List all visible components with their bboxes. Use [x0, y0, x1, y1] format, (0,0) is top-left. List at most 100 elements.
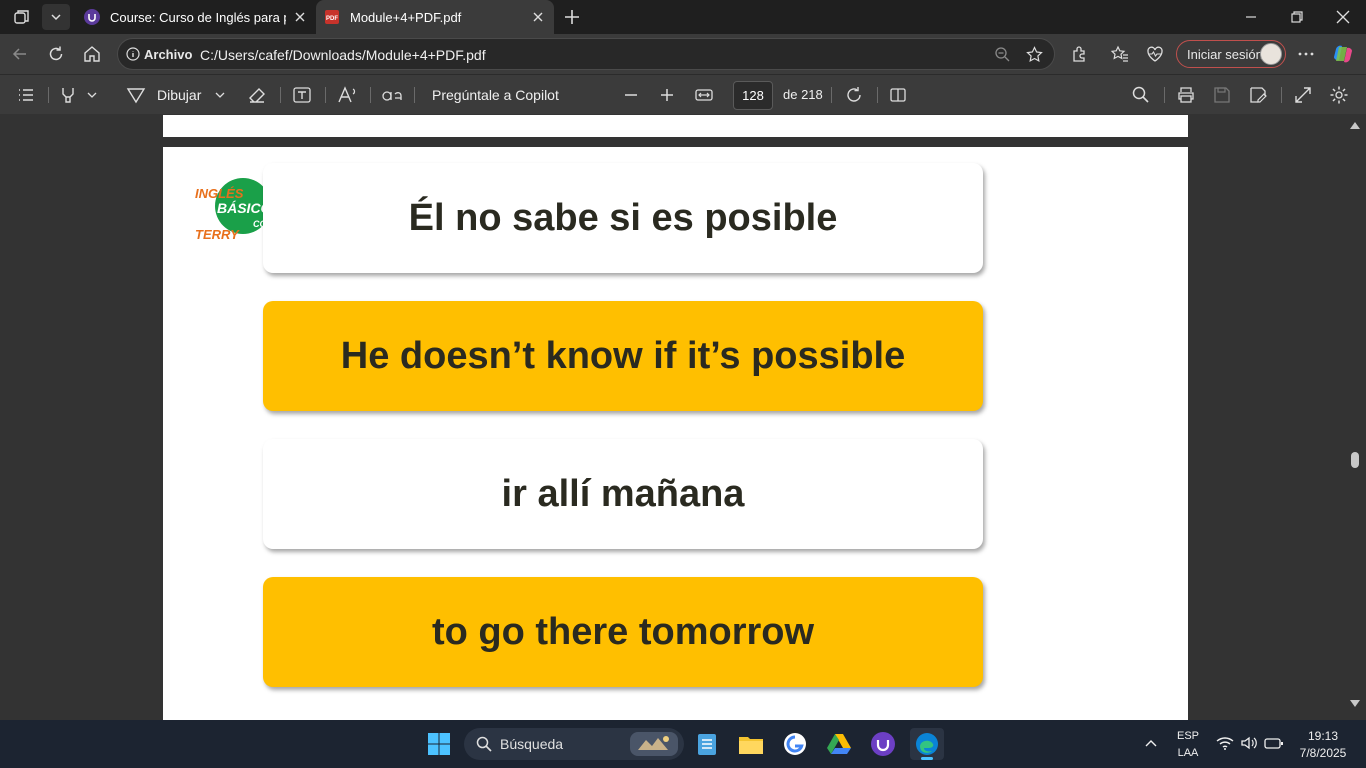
sign-in-label: Iniciar sesión: [1187, 46, 1263, 62]
tab-course[interactable]: Course: Curso de Inglés para principiant…: [76, 0, 316, 34]
scroll-down-arrow-icon[interactable]: [1350, 700, 1360, 708]
tab-title: Course: Curso de Inglés para principiant…: [110, 9, 286, 25]
tab-bar: Course: Curso de Inglés para principiant…: [0, 0, 1366, 34]
toolbar-divider: [325, 87, 326, 103]
search-icon: [476, 736, 492, 752]
draw-pen-icon[interactable]: [126, 83, 146, 107]
clock-time[interactable]: 19:13: [1290, 729, 1356, 743]
new-tab-plus-icon[interactable]: [558, 4, 586, 30]
battery-icon[interactable]: [1264, 735, 1284, 751]
refresh-icon[interactable]: [42, 40, 70, 68]
scroll-up-arrow-icon[interactable]: [1350, 121, 1360, 129]
address-bar-row: Archivo C:/Users/cafef/Downloads/Module+…: [0, 34, 1366, 74]
toolbar-divider: [1281, 87, 1282, 103]
search-placeholder: Búsqueda: [500, 736, 564, 752]
microsoft-edge-icon[interactable]: [910, 728, 944, 760]
zoom-in-plus-icon[interactable]: [658, 83, 676, 107]
zoom-out-icon[interactable]: [994, 46, 1010, 62]
search-icon[interactable]: [1131, 83, 1151, 107]
previous-page: [163, 115, 1188, 137]
page-view-icon[interactable]: [888, 83, 908, 107]
translate-icon[interactable]: [381, 83, 405, 107]
clock-date[interactable]: 7/8/2025: [1290, 746, 1356, 760]
vertical-scrollbar[interactable]: [1346, 115, 1366, 720]
svg-text:INGLÉS: INGLÉS: [195, 186, 244, 201]
close-window-icon[interactable]: [1320, 0, 1366, 34]
draw-label[interactable]: Dibujar: [157, 87, 201, 103]
tab-title: Module+4+PDF.pdf: [350, 9, 462, 25]
restore-icon[interactable]: [1274, 0, 1320, 34]
address-scheme-label: Archivo: [144, 47, 193, 62]
toolbar-divider: [877, 87, 878, 103]
settings-gear-icon[interactable]: [1329, 83, 1349, 107]
wifi-icon[interactable]: [1216, 735, 1234, 751]
highlight-chevron-down-icon[interactable]: [86, 83, 98, 107]
toolbar-divider: [831, 87, 832, 103]
read-aloud-icon[interactable]: [337, 83, 359, 107]
minimize-icon[interactable]: [1228, 0, 1274, 34]
phrase-card-spanish-2: ir allí mañana: [263, 439, 983, 549]
ingles-basico-terry-logo: INGLÉS BÁSICO CO TERRY: [195, 172, 265, 242]
home-icon[interactable]: [78, 40, 106, 68]
file-explorer-icon[interactable]: [734, 728, 768, 760]
udemy-app-icon[interactable]: [866, 728, 900, 760]
fullscreen-icon[interactable]: [1293, 83, 1313, 107]
sign-in-button[interactable]: Iniciar sesión: [1176, 40, 1286, 68]
back-arrow-icon[interactable]: [6, 40, 34, 68]
udemy-favicon-icon: [84, 9, 100, 25]
taskbar: Búsqueda ESP LAA 19:13 7/8/2025: [0, 720, 1366, 768]
show-hidden-icons-chevron-icon[interactable]: [1134, 728, 1168, 760]
save-icon[interactable]: [1212, 83, 1232, 107]
active-app-indicator: [921, 757, 933, 760]
tab-pdf[interactable]: PDF Module+4+PDF.pdf: [316, 0, 554, 34]
favorites-icon[interactable]: [1106, 40, 1134, 68]
highlight-icon[interactable]: [58, 83, 78, 107]
windows-start-icon[interactable]: [422, 728, 456, 760]
save-as-icon[interactable]: [1248, 83, 1268, 107]
scrollbar-thumb[interactable]: [1351, 452, 1359, 468]
address-bar[interactable]: Archivo C:/Users/cafef/Downloads/Module+…: [117, 38, 1055, 70]
add-text-icon[interactable]: [292, 83, 312, 107]
keyboard-layout[interactable]: LAA: [1170, 747, 1206, 759]
fit-width-icon[interactable]: [694, 83, 714, 107]
avatar: [1260, 43, 1282, 65]
print-icon[interactable]: [1176, 83, 1196, 107]
toolbar-divider: [1164, 87, 1165, 103]
copilot-icon[interactable]: [1329, 40, 1357, 68]
zoom-out-minus-icon[interactable]: [622, 83, 640, 107]
pdf-favicon-icon: PDF: [324, 9, 340, 25]
tab-actions-chevron-icon[interactable]: [42, 4, 70, 30]
pdf-toolbar: Dibujar Pregúntale a Copilot 128 de 218: [0, 74, 1366, 114]
search-highlight-icon: [630, 732, 678, 756]
info-icon[interactable]: [126, 47, 140, 61]
page-total: de 218: [783, 87, 823, 102]
toolbar-divider: [414, 87, 415, 103]
phrase-card-english-1: He doesn’t know if it’s possible: [263, 301, 983, 411]
phrase-card-spanish-1: Él no sabe si es posible: [263, 163, 983, 273]
favorite-star-icon[interactable]: [1026, 46, 1043, 63]
ask-copilot-button[interactable]: Pregúntale a Copilot: [432, 87, 559, 103]
close-tab-icon[interactable]: [292, 9, 308, 25]
pdf-viewer[interactable]: INGLÉS BÁSICO CO TERRY Él no sabe si es …: [0, 115, 1366, 720]
google-drive-icon[interactable]: [822, 728, 856, 760]
svg-text:BÁSICO: BÁSICO: [217, 200, 265, 216]
table-of-contents-icon[interactable]: [16, 83, 36, 107]
draw-chevron-down-icon[interactable]: [214, 83, 226, 107]
taskbar-search[interactable]: Búsqueda: [464, 728, 684, 760]
browser-essentials-icon[interactable]: [1141, 40, 1169, 68]
toolbar-divider: [48, 87, 49, 103]
more-options-icon[interactable]: [1292, 40, 1320, 68]
workspaces-icon[interactable]: [8, 4, 36, 30]
input-language[interactable]: ESP: [1170, 730, 1206, 742]
notepad-icon[interactable]: [690, 728, 724, 760]
extensions-icon[interactable]: [1065, 40, 1093, 68]
svg-text:TERRY: TERRY: [195, 227, 240, 242]
google-chrome-icon[interactable]: [778, 728, 812, 760]
page-number-input[interactable]: 128: [733, 81, 773, 110]
close-tab-icon[interactable]: [530, 9, 546, 25]
pdf-page: INGLÉS BÁSICO CO TERRY Él no sabe si es …: [163, 147, 1188, 720]
volume-icon[interactable]: [1240, 735, 1258, 751]
rotate-icon[interactable]: [844, 83, 864, 107]
eraser-icon[interactable]: [247, 83, 267, 107]
address-url[interactable]: C:/Users/cafef/Downloads/Module+4+PDF.pd…: [200, 47, 486, 63]
